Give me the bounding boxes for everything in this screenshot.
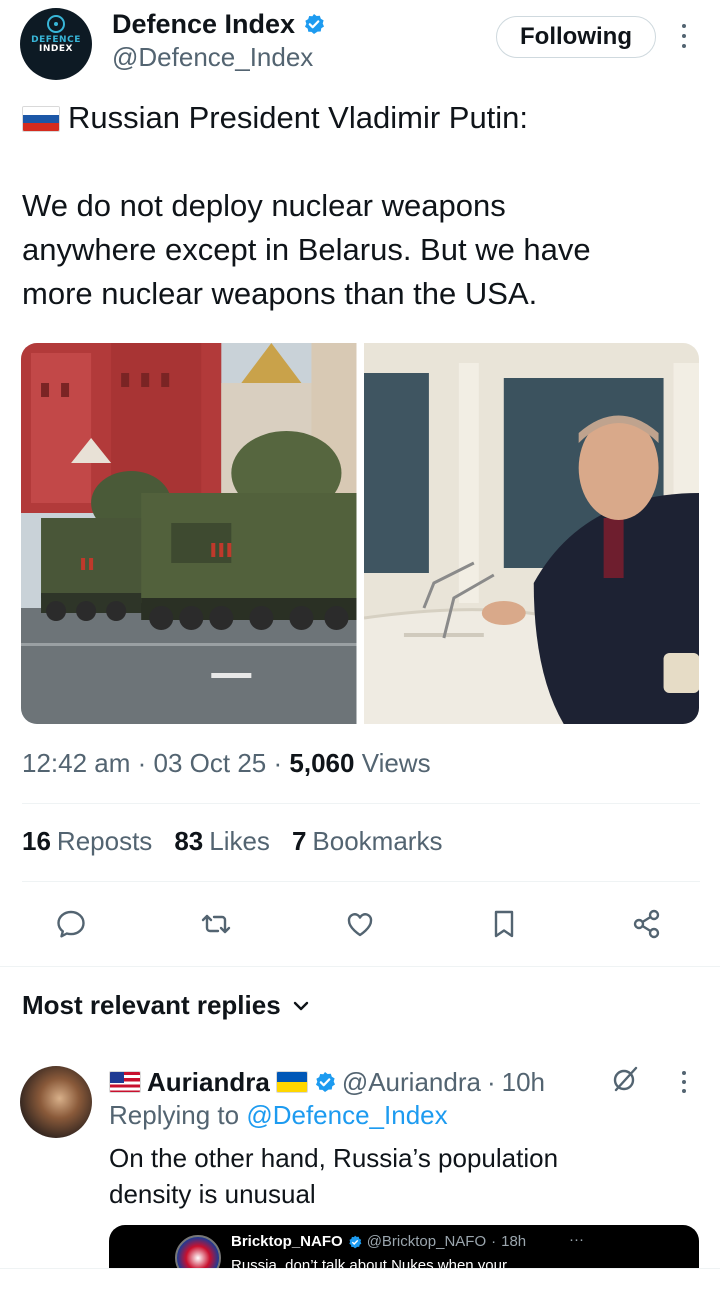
replies-sort-dropdown[interactable]: Most relevant replies bbox=[22, 990, 311, 1021]
reposts-stat[interactable]: 16 Reposts bbox=[22, 826, 152, 857]
chevron-down-icon bbox=[293, 1001, 308, 1010]
post-text-line1: Russian President Vladimir Putin: bbox=[68, 100, 529, 135]
post-text: Russian President Vladimir Putin: We do … bbox=[22, 96, 702, 316]
reply-author-name[interactable]: Auriandra bbox=[147, 1067, 270, 1098]
reply-text: On the other hand, Russia’s population d… bbox=[109, 1140, 699, 1212]
like-icon[interactable] bbox=[340, 904, 380, 944]
post-header: DEFENCE INDEX Defence Index @Defence_Ind… bbox=[0, 0, 720, 92]
post-text-line2: We do not deploy nuclear weapons bbox=[22, 188, 506, 223]
author-display-name[interactable]: Defence Index bbox=[112, 9, 295, 40]
reply-header: Auriandra @Auriandra · 10h bbox=[109, 1064, 545, 1100]
verified-badge-icon bbox=[315, 1072, 335, 1092]
reply-author-avatar[interactable] bbox=[20, 1066, 92, 1138]
ukraine-flag-icon bbox=[275, 1071, 308, 1093]
quoted-time: 18h bbox=[501, 1233, 527, 1250]
divider bbox=[22, 881, 700, 882]
bookmark-icon[interactable] bbox=[484, 904, 524, 944]
reply-author-handle[interactable]: @Auriandra bbox=[342, 1067, 481, 1098]
action-bar bbox=[0, 900, 720, 952]
bottom-edge bbox=[0, 1268, 720, 1290]
grok-icon[interactable] bbox=[610, 1064, 640, 1094]
reply-more-options-icon[interactable] bbox=[676, 1068, 692, 1096]
reply-icon[interactable] bbox=[51, 904, 91, 944]
post-time[interactable]: 12:42 am bbox=[22, 748, 130, 778]
missile-launchers-photo[interactable] bbox=[21, 343, 357, 724]
quoted-author-handle: @Bricktop_NAFO bbox=[366, 1233, 487, 1250]
repost-icon[interactable] bbox=[196, 904, 236, 944]
russia-flag-icon bbox=[22, 106, 60, 132]
divider bbox=[22, 803, 700, 804]
post-stats: 16 Reposts 83 Likes 7 Bookmarks bbox=[22, 826, 442, 857]
divider bbox=[0, 966, 720, 967]
verified-badge-icon bbox=[348, 1235, 362, 1248]
following-button[interactable]: Following bbox=[496, 16, 656, 58]
more-options-icon[interactable] bbox=[676, 20, 692, 52]
defence-index-logo-icon bbox=[47, 15, 65, 33]
quoted-author-name: Bricktop_NAFO bbox=[231, 1233, 343, 1250]
reply-text-line1: On the other hand, Russia’s population bbox=[109, 1143, 559, 1173]
avatar-logo-line2: INDEX bbox=[39, 44, 73, 54]
author-handle[interactable]: @Defence_Index bbox=[112, 42, 313, 73]
post-text-line4: more nuclear weapons than the USA. bbox=[22, 276, 538, 311]
replies-title: Most relevant replies bbox=[22, 990, 281, 1020]
bookmarks-stat[interactable]: 7 Bookmarks bbox=[292, 826, 443, 857]
verified-badge-icon bbox=[305, 14, 325, 34]
views-label: Views bbox=[361, 748, 431, 778]
quoted-more-icon: ··· bbox=[569, 1231, 584, 1248]
replying-to: Replying to @Defence_Index bbox=[109, 1100, 448, 1130]
likes-stat[interactable]: 83 Likes bbox=[174, 826, 270, 857]
author-avatar[interactable]: DEFENCE INDEX bbox=[20, 8, 92, 80]
reply-time[interactable]: 10h bbox=[502, 1067, 545, 1098]
reply-text-line2: density is unusual bbox=[109, 1179, 316, 1209]
post-date[interactable]: 03 Oct 25 bbox=[154, 748, 267, 778]
replying-to-handle-link[interactable]: @Defence_Index bbox=[246, 1100, 447, 1130]
putin-at-desk-photo[interactable] bbox=[363, 343, 699, 724]
usa-flag-icon bbox=[109, 1071, 141, 1093]
post-media bbox=[21, 343, 699, 724]
views-count: 5,060 bbox=[289, 748, 355, 778]
post-meta: 12:42 am · 03 Oct 25 · 5,060 Views bbox=[22, 748, 431, 778]
share-icon[interactable] bbox=[627, 904, 667, 944]
post-text-line3: anywhere except in Belarus. But we have bbox=[22, 232, 591, 267]
